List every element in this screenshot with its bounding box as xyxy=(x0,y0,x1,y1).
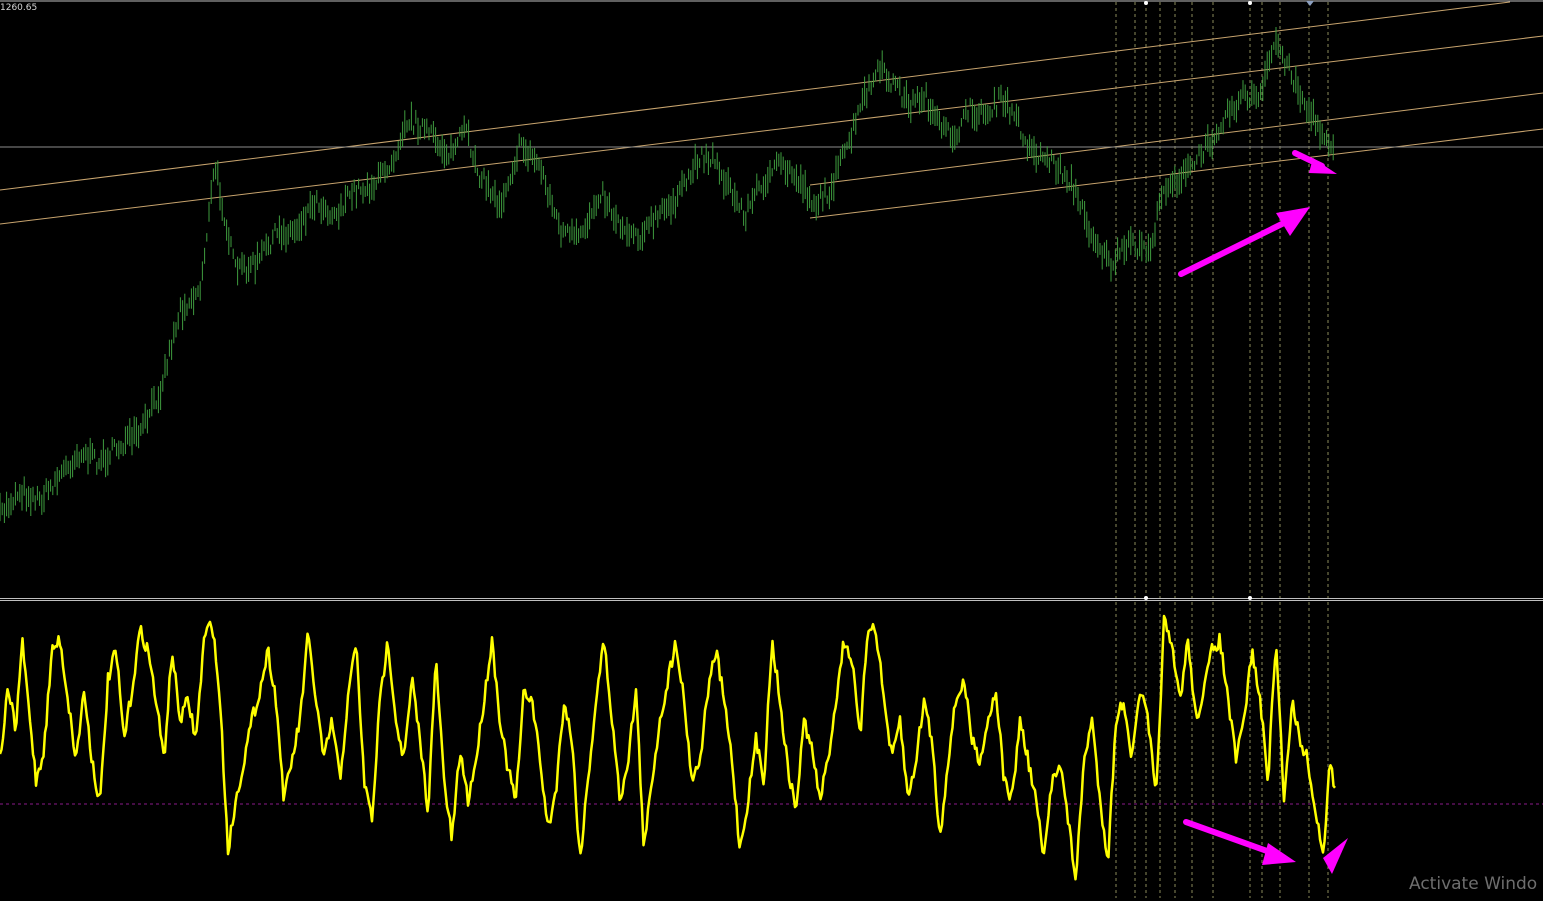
channel-line-1[interactable] xyxy=(0,1,1511,191)
windows-activation-watermark: Activate Windo xyxy=(1409,874,1538,894)
panel-separator-gap xyxy=(0,599,1543,600)
price-series xyxy=(0,27,1334,523)
annotation-arrows xyxy=(1178,150,1348,874)
chart-canvas[interactable] xyxy=(0,0,1543,901)
arrow-up-oscillator[interactable] xyxy=(1323,838,1348,874)
marker-handles xyxy=(1144,1,1314,600)
arrow-up-price[interactable] xyxy=(1178,207,1310,277)
vertical-marker-lines xyxy=(1115,2,1329,898)
price-scale-label: 1260.65 xyxy=(0,3,38,13)
chart-window[interactable]: 1260.65 Activate Windo xyxy=(0,0,1543,901)
channel-line-4[interactable] xyxy=(809,128,1543,219)
